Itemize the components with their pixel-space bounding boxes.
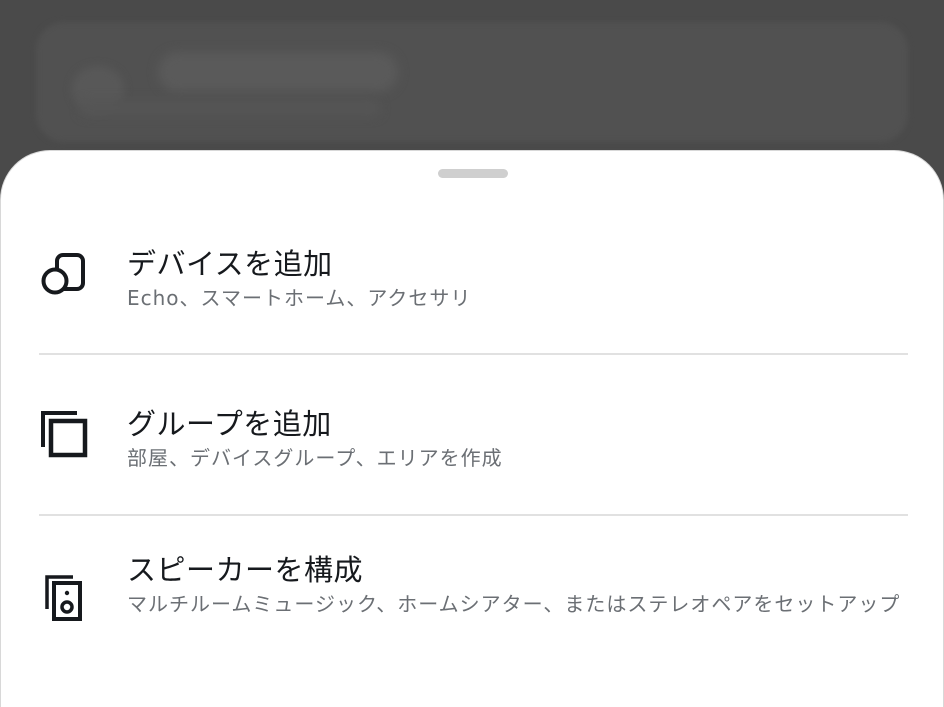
add-group-title: グループを追加	[127, 407, 332, 441]
add-device-option[interactable]: デバイスを追加 Echo、スマートホーム、アクセサリ	[1, 221, 944, 351]
stacked-squares-icon	[39, 409, 91, 461]
configure-speaker-subtitle: マルチルームミュージック、ホームシアター、またはステレオペアをセットアップ	[127, 592, 901, 616]
bottom-sheet: デバイスを追加 Echo、スマートホーム、アクセサリ グループを追加 部屋、デバ…	[0, 150, 944, 707]
divider	[39, 514, 908, 516]
configure-speaker-option[interactable]: スピーカーを構成 マルチルームミュージック、ホームシアター、またはステレオペアを…	[1, 541, 944, 691]
background-subtitle-placeholder	[80, 100, 380, 116]
background-title-placeholder	[158, 52, 398, 92]
speaker-icon	[39, 571, 91, 623]
drag-handle[interactable]	[438, 169, 508, 178]
add-group-option[interactable]: グループを追加 部屋、デバイスグループ、エリアを作成	[1, 381, 944, 511]
devices-shapes-icon	[39, 249, 91, 301]
add-group-subtitle: 部屋、デバイスグループ、エリアを作成	[127, 446, 503, 470]
add-device-title: デバイスを追加	[127, 247, 333, 281]
divider	[39, 353, 908, 355]
add-device-subtitle: Echo、スマートホーム、アクセサリ	[127, 286, 472, 310]
configure-speaker-title: スピーカーを構成	[127, 553, 364, 587]
